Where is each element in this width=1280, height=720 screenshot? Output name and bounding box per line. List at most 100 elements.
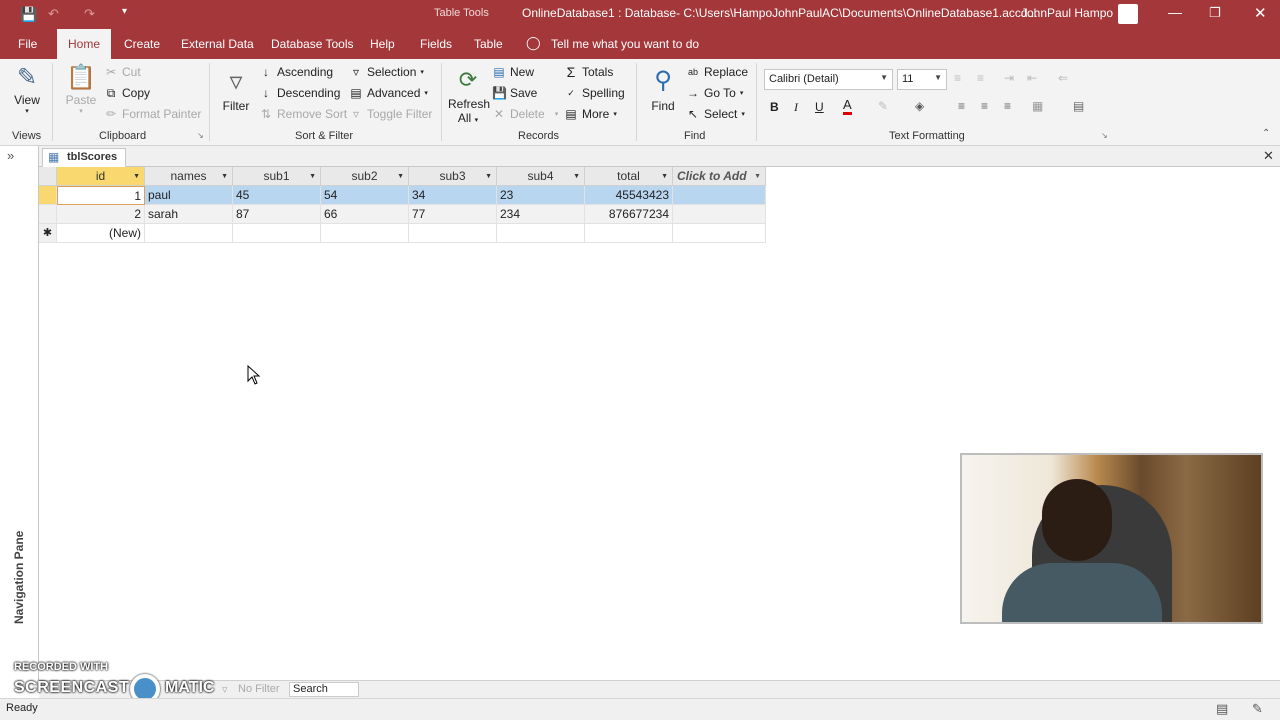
paste-button[interactable]: 📋 Paste ▾ bbox=[62, 63, 100, 115]
align-right-icon[interactable]: ≡ bbox=[1004, 99, 1011, 113]
tab-tblscores[interactable]: ▦ tblScores bbox=[42, 148, 127, 167]
table-cell[interactable]: 1 bbox=[57, 186, 145, 205]
table-cell[interactable]: sarah bbox=[145, 205, 233, 224]
navigation-pane[interactable]: » Navigation Pane bbox=[0, 146, 39, 680]
chevron-down-icon[interactable]: ▼ bbox=[397, 167, 404, 186]
column-header-sub3[interactable]: sub3 ▼ bbox=[409, 167, 497, 186]
chevron-down-icon[interactable]: ▼ bbox=[661, 167, 668, 186]
chevron-down-icon[interactable]: ▼ bbox=[221, 167, 228, 186]
column-header-names[interactable]: names ▼ bbox=[145, 167, 233, 186]
selection-button[interactable]: ▿ Selection ▾ bbox=[349, 65, 424, 79]
record-selector[interactable] bbox=[39, 186, 57, 205]
click-to-add-column[interactable]: Click to Add ▼ bbox=[673, 167, 766, 186]
tell-me-search[interactable]: Tell me what you want to do bbox=[551, 37, 699, 51]
find-button[interactable]: ⚲ Find bbox=[644, 63, 682, 113]
bullets-icon[interactable]: ≡ bbox=[954, 71, 961, 85]
table-cell[interactable] bbox=[233, 224, 321, 243]
table-cell[interactable]: 54 bbox=[321, 186, 409, 205]
column-header-sub2[interactable]: sub2 ▼ bbox=[321, 167, 409, 186]
copy-button[interactable]: ⧉ Copy bbox=[104, 86, 150, 100]
bold-button[interactable]: B bbox=[770, 100, 779, 114]
dialog-launcher-icon[interactable]: ↘ bbox=[197, 131, 204, 140]
delete-record-button[interactable]: ✕ Delete ▾ bbox=[492, 107, 558, 121]
user-name[interactable]: JohnPaul Hampo bbox=[1021, 6, 1113, 20]
table-cell[interactable] bbox=[145, 224, 233, 243]
new-record-selector[interactable]: ✱ bbox=[39, 224, 57, 243]
alternate-row-color-icon[interactable]: ▤ bbox=[1073, 99, 1084, 113]
new-row-cell[interactable]: (New) bbox=[57, 224, 145, 243]
chevron-down-icon[interactable]: ▼ bbox=[573, 167, 580, 186]
table-cell[interactable] bbox=[673, 186, 766, 205]
format-painter-button[interactable]: ✏ Format Painter bbox=[104, 107, 201, 121]
table-cell[interactable] bbox=[321, 224, 409, 243]
dialog-launcher-icon[interactable]: ↘ bbox=[1101, 131, 1108, 140]
align-center-icon[interactable]: ≡ bbox=[981, 99, 988, 113]
search-input[interactable]: Search bbox=[289, 682, 359, 697]
font-name-select[interactable]: Calibri (Detail) ▼ bbox=[764, 69, 893, 90]
refresh-all-button[interactable]: ⟳ Refresh All ▾ bbox=[448, 63, 490, 125]
table-cell[interactable]: 87 bbox=[233, 205, 321, 224]
cut-button[interactable]: ✂ Cut bbox=[104, 65, 141, 79]
font-size-select[interactable]: 11 ▼ bbox=[897, 69, 947, 90]
table-cell[interactable]: 876677234 bbox=[585, 205, 673, 224]
fill-color-icon[interactable]: ◈ bbox=[915, 99, 924, 113]
save-icon[interactable]: 💾 bbox=[20, 6, 37, 23]
tab-fields[interactable]: Fields bbox=[420, 37, 452, 51]
italic-button[interactable]: I bbox=[794, 100, 798, 115]
design-view-icon[interactable]: ✎ bbox=[1252, 701, 1263, 717]
record-selector[interactable] bbox=[39, 205, 57, 224]
increase-indent-icon[interactable]: ⇥ bbox=[1004, 71, 1014, 85]
spelling-button[interactable]: ✓ Spelling bbox=[564, 86, 624, 100]
select-button[interactable]: ↖ Select ▾ bbox=[686, 107, 745, 121]
filter-button[interactable]: ▿ Filter bbox=[218, 63, 254, 113]
more-button[interactable]: ▤ More ▾ bbox=[564, 107, 617, 121]
table-cell[interactable]: 66 bbox=[321, 205, 409, 224]
minimize-icon[interactable]: — bbox=[1168, 4, 1182, 20]
collapse-ribbon-icon[interactable]: ⌃ bbox=[1262, 128, 1270, 139]
column-header-sub1[interactable]: sub1 ▼ bbox=[233, 167, 321, 186]
table-cell[interactable] bbox=[497, 224, 585, 243]
table-cell[interactable]: 45 bbox=[233, 186, 321, 205]
table-cell[interactable] bbox=[409, 224, 497, 243]
ascending-button[interactable]: ↓ Ascending bbox=[259, 65, 333, 79]
close-object-icon[interactable]: ✕ bbox=[1263, 148, 1274, 164]
chevron-down-icon[interactable]: ▼ bbox=[309, 167, 316, 186]
tab-database-tools[interactable]: Database Tools bbox=[271, 37, 354, 51]
datasheet-view-icon[interactable]: ▤ bbox=[1216, 701, 1228, 717]
chevron-down-icon[interactable]: ▼ bbox=[754, 167, 761, 186]
underline-button[interactable]: U bbox=[815, 100, 824, 114]
column-header-id[interactable]: id ▼ bbox=[57, 167, 145, 186]
align-left-icon[interactable]: ≡ bbox=[958, 99, 965, 113]
advanced-button[interactable]: ▤ Advanced ▾ bbox=[349, 86, 428, 100]
tab-help[interactable]: Help bbox=[370, 37, 395, 51]
table-cell[interactable]: paul bbox=[145, 186, 233, 205]
column-header-total[interactable]: total ▼ bbox=[585, 167, 673, 186]
close-icon[interactable]: ✕ bbox=[1254, 4, 1267, 22]
select-all-corner[interactable] bbox=[39, 167, 57, 186]
remove-sort-button[interactable]: ⇅ Remove Sort bbox=[259, 107, 347, 121]
avatar[interactable] bbox=[1118, 4, 1138, 24]
table-cell[interactable]: 77 bbox=[409, 205, 497, 224]
new-record-button[interactable]: ▤ New bbox=[492, 65, 534, 79]
customize-qat-icon[interactable]: ▾ bbox=[122, 6, 127, 17]
descending-button[interactable]: ↓ Descending bbox=[259, 86, 340, 100]
numbering-icon[interactable]: ≡ bbox=[977, 71, 984, 85]
chevron-down-icon[interactable]: ▼ bbox=[133, 167, 140, 186]
paragraph-icon[interactable]: ⇐ bbox=[1058, 71, 1068, 85]
table-cell[interactable]: 45543423 bbox=[585, 186, 673, 205]
tab-file[interactable]: File bbox=[18, 37, 37, 51]
table-cell[interactable]: 2 bbox=[57, 205, 145, 224]
table-cell[interactable]: 23 bbox=[497, 186, 585, 205]
table-cell[interactable]: 34 bbox=[409, 186, 497, 205]
toggle-filter-button[interactable]: ▿ Toggle Filter bbox=[349, 107, 432, 121]
view-button[interactable]: ✎ View ▾ bbox=[8, 63, 46, 115]
tab-create[interactable]: Create bbox=[124, 37, 160, 51]
tab-home[interactable]: Home bbox=[57, 29, 112, 59]
table-cell[interactable] bbox=[673, 205, 766, 224]
goto-button[interactable]: → Go To ▾ bbox=[686, 86, 743, 100]
gridlines-icon[interactable]: ▦ bbox=[1032, 99, 1043, 113]
totals-button[interactable]: Σ Totals bbox=[564, 65, 614, 79]
undo-icon[interactable]: ↶ bbox=[48, 6, 59, 22]
table-cell[interactable] bbox=[585, 224, 673, 243]
tab-external-data[interactable]: External Data bbox=[181, 37, 254, 51]
